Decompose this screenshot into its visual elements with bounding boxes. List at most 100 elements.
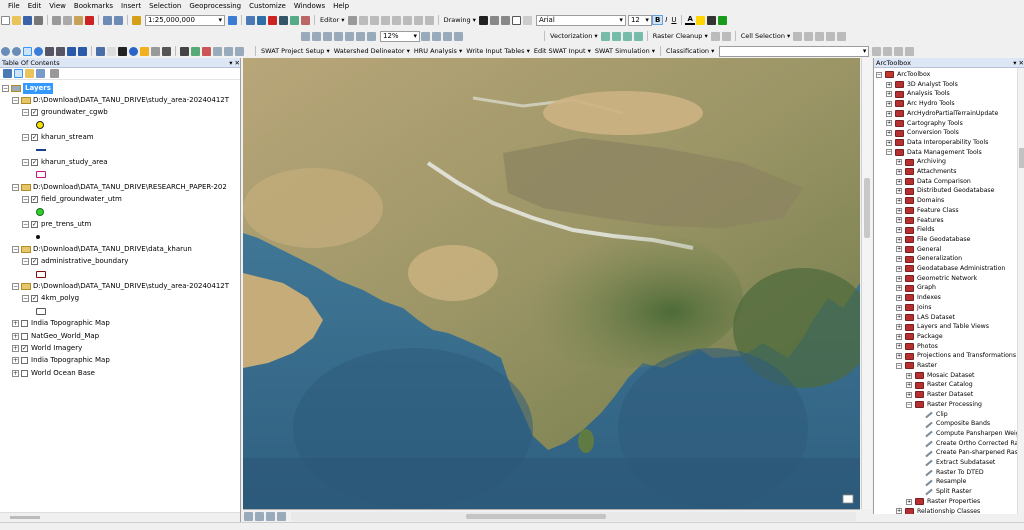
reshape-icon[interactable] — [369, 15, 379, 25]
refresh-view-icon[interactable] — [266, 511, 275, 521]
arctoolbox-icon[interactable] — [268, 15, 277, 25]
expand-icon[interactable]: + — [886, 139, 892, 146]
toolset-item[interactable]: + Package — [896, 332, 943, 342]
swat-menu-1[interactable]: Watershed Delineator ▾ — [332, 47, 412, 55]
clear-selection-icon[interactable] — [107, 46, 116, 56]
classify-icon[interactable] — [905, 46, 915, 56]
map-horizontal-scrollbar[interactable] — [291, 511, 856, 521]
print-icon[interactable] — [34, 15, 43, 25]
expand-icon[interactable]: + — [886, 120, 892, 127]
toolset-item[interactable]: + Mosaic Dataset — [906, 371, 974, 381]
cut-polygons-icon[interactable] — [380, 15, 390, 25]
close-icon[interactable]: ▾ ✕ — [229, 58, 240, 67]
hyperlink-icon[interactable] — [140, 46, 149, 56]
new-document-icon[interactable] — [1, 15, 10, 25]
go-forward-icon[interactable] — [78, 46, 87, 56]
toolset-item[interactable]: + Projections and Transformations — [896, 351, 1016, 361]
select-elements-pointer-icon[interactable] — [118, 46, 127, 56]
tool-item[interactable]: Split Raster — [916, 487, 972, 497]
expand-icon[interactable]: + — [896, 294, 902, 301]
layer-visibility-checkbox[interactable]: ✓ — [31, 221, 38, 228]
raster-cleanup-menu[interactable]: Raster Cleanup ▾ — [651, 32, 710, 40]
change-layout-icon[interactable] — [443, 31, 452, 41]
expand-icon[interactable]: + — [896, 207, 902, 214]
expand-icon[interactable]: + — [906, 372, 912, 379]
menu-insert[interactable]: Insert — [117, 0, 145, 13]
toolset-item[interactable]: + Data Interoperability Tools — [886, 138, 988, 148]
toc-layer-row[interactable]: + World Ocean Base — [12, 368, 95, 379]
expand-icon[interactable]: + — [906, 382, 912, 389]
expand-icon[interactable]: + — [896, 178, 902, 185]
menu-geoprocessing[interactable]: Geoprocessing — [185, 0, 245, 13]
layer-visibility-checkbox[interactable] — [21, 320, 28, 328]
create-viewer-window-icon[interactable] — [224, 46, 233, 56]
swat-menu-0[interactable]: SWAT Project Setup ▾ — [259, 47, 332, 55]
search-window-icon[interactable] — [290, 15, 299, 25]
expand-icon[interactable]: + — [896, 324, 902, 331]
expand-icon[interactable]: + — [906, 391, 912, 398]
map-vertical-scrollbar[interactable] — [861, 58, 872, 509]
menu-customize[interactable]: Customize — [245, 0, 290, 13]
expand-icon[interactable]: + — [886, 81, 892, 88]
scrollbar-thumb[interactable] — [466, 513, 606, 519]
scrollbar-thumb[interactable] — [864, 178, 870, 238]
zoom-out-icon[interactable] — [12, 46, 21, 56]
collapse-icon[interactable]: − — [12, 183, 19, 191]
toolset-item[interactable]: + Distributed Geodatabase — [896, 186, 994, 196]
toolset-item[interactable]: + Graph — [896, 283, 936, 293]
python-icon[interactable] — [279, 15, 288, 25]
fixed-zoom-in-icon[interactable] — [45, 46, 54, 56]
expand-icon[interactable]: + — [12, 369, 19, 377]
toc-layer-row[interactable]: − ✓ pre_trens_utm — [22, 219, 91, 230]
toc-layer-row[interactable]: − ✓ 4km_polyg — [22, 293, 79, 304]
expand-icon[interactable]: + — [12, 332, 19, 340]
close-icon[interactable]: ▾ ✕ — [1013, 58, 1024, 67]
collapse-icon[interactable]: − — [886, 149, 892, 156]
cell-statistics-icon[interactable] — [815, 31, 825, 41]
expand-icon[interactable]: + — [896, 188, 902, 195]
swat-menu-3[interactable]: Write Input Tables ▾ — [464, 47, 532, 55]
raster-eraser-icon[interactable] — [721, 31, 731, 41]
toc-layer-row[interactable]: − ✓ kharun_stream — [22, 132, 94, 143]
collapse-icon[interactable]: − — [906, 401, 912, 408]
toolset-item[interactable]: + Cartography Tools — [886, 119, 963, 129]
expand-icon[interactable]: + — [896, 343, 902, 350]
go-to-xy-icon[interactable] — [202, 46, 211, 56]
rotate-element-icon[interactable] — [489, 15, 499, 25]
expand-icon[interactable]: + — [896, 159, 902, 166]
layout-view-icon[interactable] — [255, 511, 264, 521]
toc-layer-row[interactable]: − ✓ kharun_study_area — [22, 157, 108, 168]
cell-selection-menu[interactable]: Cell Selection ▾ — [739, 32, 793, 40]
zoom-in-icon[interactable] — [1, 46, 10, 56]
toggle-draft-icon[interactable] — [421, 31, 430, 41]
data-driven-pages-icon[interactable] — [454, 31, 463, 41]
white-box-symbol[interactable] — [36, 307, 46, 315]
tool-item[interactable]: Clip — [916, 410, 948, 420]
toolset-item[interactable]: + Raster Catalog — [906, 380, 973, 390]
layer-visibility-checkbox[interactable] — [21, 369, 28, 377]
toc-horizontal-scrollbar[interactable] — [0, 512, 240, 522]
time-slider-icon[interactable] — [213, 46, 222, 56]
list-by-source-icon[interactable] — [14, 69, 23, 78]
collapse-icon[interactable]: − — [22, 109, 29, 117]
fill-color-icon[interactable] — [695, 15, 705, 25]
collapse-icon[interactable]: − — [876, 71, 882, 78]
toolset-item[interactable]: − Raster Processing — [906, 400, 982, 410]
green-circle-symbol[interactable] — [36, 208, 44, 217]
tool-item[interactable]: Raster To DTED — [916, 468, 984, 478]
save-icon[interactable] — [23, 15, 32, 25]
expand-icon[interactable]: + — [896, 333, 902, 340]
toolset-item[interactable]: + Layers and Table Views — [896, 322, 989, 332]
editor-menu[interactable]: Editor ▾ — [318, 16, 347, 24]
toc-layer-row[interactable]: − ✓ field_groundwater_utm — [22, 194, 122, 205]
expand-icon[interactable]: + — [896, 285, 902, 292]
new-text-icon[interactable] — [522, 15, 532, 25]
collapse-icon[interactable]: − — [22, 258, 29, 266]
toolset-item[interactable]: + Geodatabase Administration — [896, 264, 1005, 274]
expand-icon[interactable]: + — [896, 227, 902, 234]
menu-help[interactable]: Help — [329, 0, 353, 13]
toolset-item[interactable]: + Photos — [896, 342, 938, 352]
world-imagery-map[interactable] — [243, 58, 860, 509]
expand-icon[interactable]: + — [886, 91, 892, 98]
full-extent-icon[interactable] — [34, 46, 43, 56]
